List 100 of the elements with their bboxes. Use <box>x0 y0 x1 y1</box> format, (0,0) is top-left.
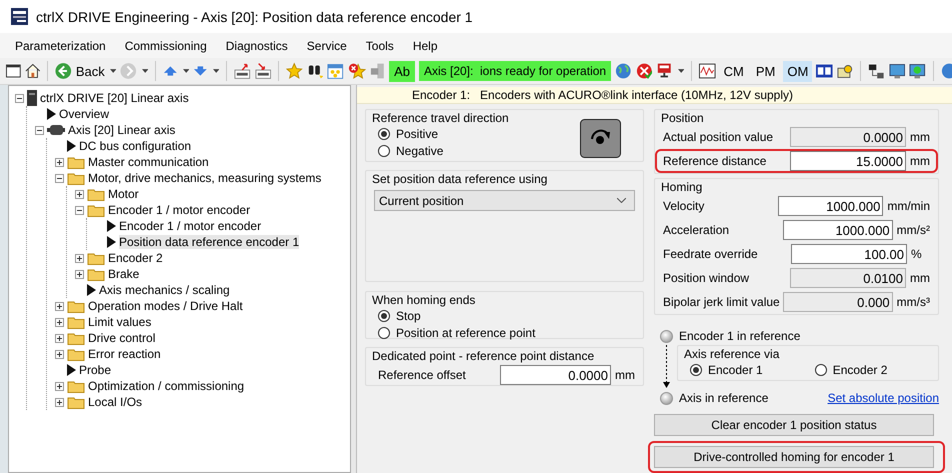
radio-button[interactable] <box>378 144 390 156</box>
back-button[interactable]: Back <box>76 64 105 78</box>
led-label: Encoder 1 in reference <box>679 329 800 343</box>
unit-label: mm/s² <box>896 223 930 237</box>
calendar-icon[interactable] <box>327 62 344 80</box>
menu-item[interactable]: Tools <box>366 38 394 52</box>
menu-item[interactable]: Parameterization <box>15 38 106 52</box>
menu-item[interactable]: Diagnostics <box>226 38 288 52</box>
unit-label: mm/min <box>887 199 930 213</box>
expand-icon[interactable] <box>75 190 84 198</box>
folder-icon <box>67 379 85 393</box>
caret-icon[interactable] <box>110 69 116 73</box>
error-check-icon[interactable] <box>636 62 652 80</box>
folder-icon <box>87 267 105 281</box>
page-arrow-icon <box>87 284 96 296</box>
caret-icon[interactable] <box>182 69 190 73</box>
monitor-icon[interactable] <box>888 62 906 80</box>
radio-button[interactable] <box>690 364 702 376</box>
tree-item[interactable]: Master communication <box>88 155 209 169</box>
expand-icon[interactable] <box>55 302 64 310</box>
dropdown[interactable]: Current position <box>374 190 635 211</box>
tree-item[interactable]: Operation modes / Drive Halt <box>88 299 243 313</box>
caret-icon[interactable] <box>142 69 148 73</box>
oscilloscope-icon[interactable] <box>699 63 716 79</box>
expand-icon[interactable] <box>55 334 64 342</box>
down-arrow-icon[interactable] <box>193 65 208 77</box>
network-icon[interactable] <box>868 62 885 80</box>
radio-button[interactable] <box>814 364 827 376</box>
menu-item[interactable]: Service <box>306 38 347 52</box>
tree-item[interactable]: Motor, drive mechanics, measuring systems <box>88 171 322 185</box>
expand-icon[interactable] <box>75 254 84 262</box>
tree-item[interactable]: Local I/Os <box>88 395 142 409</box>
download-parameters-icon[interactable] <box>254 62 272 80</box>
page-arrow-icon <box>67 364 76 376</box>
action-button[interactable]: Clear encoder 1 position status <box>654 414 934 436</box>
folder-icon <box>87 203 105 217</box>
window-icon[interactable] <box>6 64 21 78</box>
expand-icon[interactable] <box>55 382 64 390</box>
monitor-refresh-icon[interactable] <box>909 62 926 80</box>
caret-icon[interactable] <box>212 69 220 73</box>
tree-item[interactable]: DC bus configuration <box>79 139 192 153</box>
tree-item[interactable]: Probe <box>79 363 112 377</box>
tree-item[interactable]: Motor <box>108 187 139 201</box>
tree-item[interactable]: Overview <box>59 107 110 121</box>
mode-button[interactable]: CM <box>720 60 748 82</box>
star-icon[interactable] <box>286 62 303 80</box>
input-field[interactable]: 100.00 <box>791 244 907 264</box>
expand-icon[interactable] <box>55 398 64 406</box>
collapse-icon[interactable] <box>55 174 64 182</box>
collapse-icon[interactable] <box>35 126 44 134</box>
mode-button[interactable]: PM <box>752 60 780 82</box>
radio-button[interactable] <box>378 326 390 338</box>
input-field[interactable]: 0.0000 <box>500 365 611 385</box>
tree-item[interactable]: Optimization / commissioning <box>88 379 244 393</box>
back-icon[interactable] <box>55 62 72 80</box>
tree-item[interactable]: Position data reference encoder 1 <box>119 235 300 249</box>
expand-icon[interactable] <box>55 350 64 358</box>
mode-button[interactable]: OM <box>783 60 812 82</box>
tree-item[interactable]: Encoder 2 <box>108 251 163 265</box>
field-label: Acceleration <box>663 223 730 237</box>
globe-icon[interactable] <box>615 62 632 80</box>
collapse-icon[interactable] <box>15 94 24 102</box>
home-icon[interactable] <box>24 63 40 79</box>
dotted-arrow <box>662 345 671 389</box>
caret-icon[interactable] <box>678 69 684 73</box>
parameter-window-icon[interactable] <box>816 64 833 78</box>
tree-item[interactable]: Encoder 1 / motor encoder <box>119 219 262 233</box>
radio-button[interactable] <box>378 128 390 140</box>
input-field[interactable]: 15.0000 <box>790 151 906 171</box>
tree-item[interactable]: Drive control <box>88 331 156 345</box>
group-title: Dedicated point - reference point distance <box>372 349 596 363</box>
menu-item[interactable]: Commissioning <box>124 38 207 52</box>
tree-item[interactable]: Axis mechanics / scaling <box>99 283 230 297</box>
tree-item[interactable]: Brake <box>108 267 140 281</box>
folder-icon <box>67 331 85 345</box>
input-field[interactable]: 0.0000 <box>790 127 906 147</box>
tree-item[interactable]: Axis [20] Linear axis <box>68 123 176 137</box>
tree-item[interactable]: Error reaction <box>88 347 161 361</box>
mode-indicator: Ab <box>389 60 415 82</box>
input-field[interactable]: 1000.000 <box>783 220 893 240</box>
upload-parameters-icon[interactable] <box>234 62 251 80</box>
up-arrow-icon[interactable] <box>163 65 178 77</box>
input-field[interactable]: 0.0100 <box>790 268 906 288</box>
group-title: When homing ends <box>372 293 476 307</box>
tree-item[interactable]: Encoder 1 / motor encoder <box>108 203 250 217</box>
group-title: Position <box>661 111 705 125</box>
menu-item[interactable]: Help <box>412 38 438 52</box>
set-absolute-position-link[interactable]: Set absolute position <box>828 391 939 405</box>
radio-button[interactable] <box>378 310 390 322</box>
expand-icon[interactable] <box>75 270 84 278</box>
input-field[interactable]: 0.000 <box>783 292 893 312</box>
star-error-icon[interactable] <box>348 62 366 80</box>
expand-icon[interactable] <box>55 158 64 166</box>
action-button[interactable]: Drive-controlled homing for encoder 1 <box>654 446 934 468</box>
input-field[interactable]: 1000.000 <box>778 196 884 216</box>
tree-item[interactable]: Limit values <box>88 315 152 329</box>
expand-icon[interactable] <box>55 318 64 326</box>
window-title: ctrlX DRIVE Engineering - Axis [20]: Position data reference encoder 1 <box>36 8 473 24</box>
collapse-icon[interactable] <box>75 206 84 214</box>
tree-item[interactable]: ctrlX DRIVE [20] Linear axis <box>40 91 189 105</box>
